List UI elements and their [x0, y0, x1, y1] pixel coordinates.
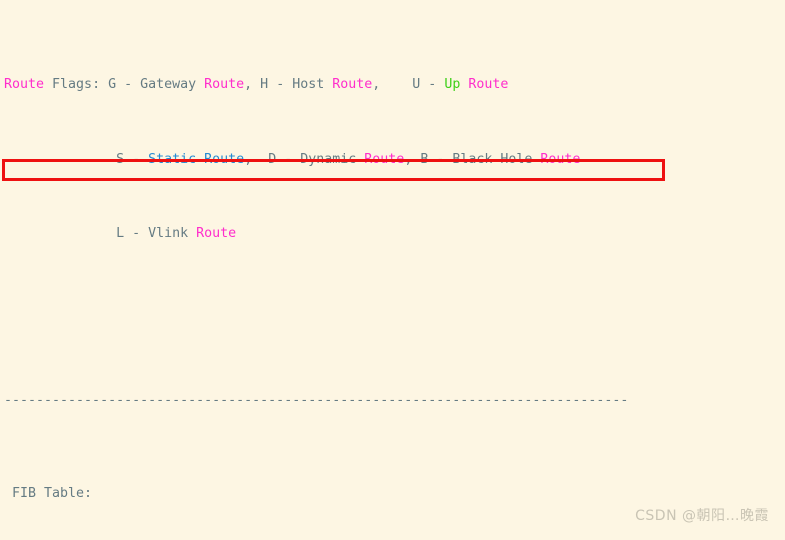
legend-route-keyword: Route: [332, 77, 373, 93]
terminal-window[interactable]: Route Flags: G - Gateway Route, H - Host…: [0, 0, 785, 540]
legend-route-keyword: Route: [468, 77, 509, 93]
legend-separator-text: , H - Host: [244, 77, 333, 93]
route-flags-line-1: Route Flags: G - Gateway Route, H - Host…: [4, 76, 785, 95]
legend-separator-text: , B - Black Hole: [404, 151, 541, 167]
legend-separator-text: , U -: [372, 77, 445, 93]
legend-route-keyword: Route: [204, 77, 245, 93]
legend-route-keyword: Route: [4, 77, 45, 93]
legend-indent: [4, 226, 116, 241]
terminal-output: Route Flags: G - Gateway Route, H - Host…: [4, 2, 785, 540]
legend-static-prefix: S -: [116, 151, 149, 167]
legend-route-keyword: Route: [364, 151, 405, 167]
fib-table-title: FIB Table:: [4, 486, 93, 502]
legend-flags-text: Flags: G - Gateway: [44, 77, 205, 93]
watermark-text: CSDN @朝阳…晚霞: [635, 508, 769, 525]
legend-separator-text: , D - Dynamic: [244, 151, 365, 167]
legend-indent: [4, 152, 116, 167]
legend-static-route-keyword: Static Route: [148, 151, 245, 167]
legend-route-keyword: Route: [196, 226, 237, 242]
route-flags-line-2: S - Static Route, D - Dynamic Route, B -…: [4, 151, 785, 170]
legend-vlink-prefix: L - Vlink: [116, 226, 197, 242]
route-flags-line-3: L - Vlink Route: [4, 225, 785, 244]
legend-route-keyword: Route: [540, 151, 581, 167]
separator-rule: ----------------------------------------…: [4, 393, 629, 409]
legend-up-keyword: Up: [444, 77, 461, 93]
